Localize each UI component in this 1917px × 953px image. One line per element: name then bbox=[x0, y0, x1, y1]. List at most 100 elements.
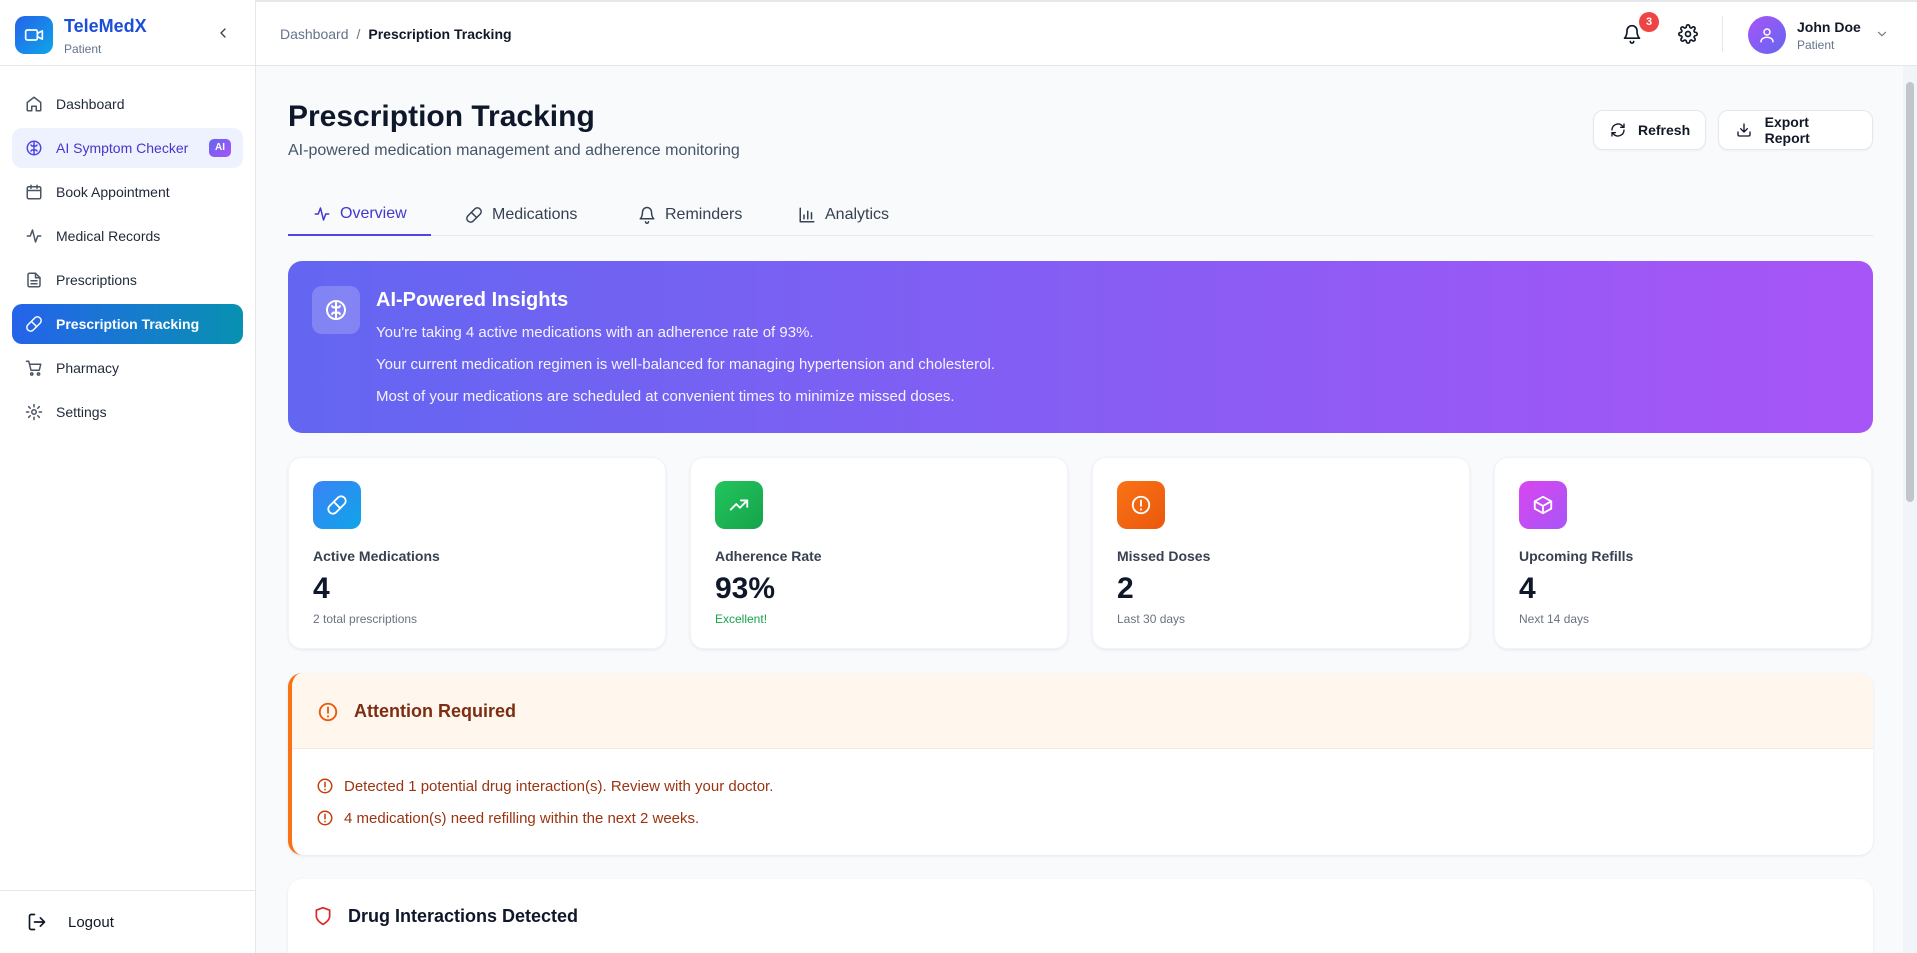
header-divider bbox=[1722, 16, 1723, 52]
calendar-icon bbox=[24, 182, 44, 202]
stat-value: 93% bbox=[715, 572, 776, 605]
sidebar-item-label: Pharmacy bbox=[56, 360, 120, 376]
logout-section: Logout bbox=[0, 890, 256, 953]
attention-header: Attention Required bbox=[292, 673, 1873, 749]
refresh-button[interactable]: Refresh bbox=[1593, 110, 1706, 150]
brand: TeleMedX Patient bbox=[0, 0, 256, 66]
page-title: Prescription Tracking bbox=[288, 100, 595, 133]
collapse-sidebar-button[interactable] bbox=[212, 22, 234, 44]
refresh-icon bbox=[1610, 121, 1626, 139]
user-icon bbox=[1760, 28, 1774, 43]
stat-note: Last 30 days bbox=[1117, 612, 1186, 626]
pill-icon bbox=[313, 481, 361, 529]
refresh-label: Refresh bbox=[1638, 122, 1691, 138]
drug-interactions-title: Drug Interactions Detected bbox=[348, 906, 579, 926]
trending-up-icon bbox=[715, 481, 763, 529]
chevron-down-icon bbox=[1877, 31, 1887, 37]
stat-value: 4 bbox=[313, 572, 330, 605]
video-camera-icon bbox=[15, 16, 53, 54]
insight-line: Most of your medications are scheduled a… bbox=[376, 388, 955, 405]
sidebar-item-pharmacy[interactable]: Pharmacy bbox=[12, 348, 243, 388]
sidebar-nav: Dashboard AI Symptom Checker AI Book App… bbox=[12, 84, 243, 436]
gear-icon bbox=[1678, 24, 1698, 44]
stat-label: Adherence Rate bbox=[715, 548, 822, 564]
brain-icon bbox=[24, 138, 44, 158]
bar-chart-icon bbox=[797, 205, 817, 225]
attention-item: Detected 1 potential drug interaction(s)… bbox=[316, 777, 773, 795]
alert-circle-icon bbox=[1117, 481, 1165, 529]
stat-label: Active Medications bbox=[313, 548, 440, 564]
stat-note: Next 14 days bbox=[1519, 612, 1590, 626]
tab-analytics[interactable]: Analytics bbox=[773, 193, 913, 236]
stat-card-missed-doses: Missed Doses 2 Last 30 days bbox=[1092, 457, 1470, 649]
alert-circle-icon bbox=[316, 809, 334, 827]
home-icon bbox=[24, 94, 44, 114]
logout-icon bbox=[26, 911, 48, 933]
tab-bar: Overview Medications Reminders Analytics bbox=[288, 193, 1873, 236]
package-icon bbox=[1519, 481, 1567, 529]
stat-label: Missed Doses bbox=[1117, 548, 1211, 564]
sidebar-item-label: AI Symptom Checker bbox=[56, 140, 189, 156]
attention-title: Attention Required bbox=[354, 701, 516, 721]
pill-icon bbox=[464, 205, 484, 225]
drug-interactions-card: Drug Interactions Detected bbox=[288, 879, 1873, 953]
brand-role: Patient bbox=[64, 42, 102, 56]
attention-item-text: 4 medication(s) need refilling within th… bbox=[344, 809, 700, 827]
settings-button[interactable] bbox=[1676, 22, 1700, 46]
breadcrumb: Dashboard / Prescription Tracking bbox=[280, 26, 512, 42]
tab-label: Reminders bbox=[665, 205, 743, 223]
sidebar-item-ai-symptom-checker[interactable]: AI Symptom Checker AI bbox=[12, 128, 243, 168]
pill-icon bbox=[24, 314, 44, 334]
activity-icon bbox=[24, 226, 44, 246]
user-role: Patient bbox=[1797, 38, 1835, 52]
tab-label: Overview bbox=[340, 204, 407, 222]
bell-icon bbox=[1623, 24, 1641, 44]
avatar[interactable] bbox=[1748, 16, 1786, 54]
tab-label: Medications bbox=[492, 205, 578, 223]
stat-value: 4 bbox=[1519, 572, 1536, 605]
alert-circle-icon bbox=[316, 700, 340, 724]
tab-overview[interactable]: Overview bbox=[288, 193, 431, 236]
brand-name: TeleMedX bbox=[64, 16, 147, 36]
sidebar-item-medical-records[interactable]: Medical Records bbox=[12, 216, 243, 256]
export-label: Export Report bbox=[1764, 114, 1810, 146]
export-report-button[interactable]: Export Report bbox=[1718, 110, 1873, 150]
attention-item: 4 medication(s) need refilling within th… bbox=[316, 809, 699, 827]
tab-reminders[interactable]: Reminders bbox=[613, 193, 766, 236]
sidebar-item-dashboard[interactable]: Dashboard bbox=[12, 84, 243, 124]
logout-button[interactable]: Logout bbox=[26, 911, 114, 933]
insight-line: Your current medication regimen is well-… bbox=[376, 356, 995, 373]
chevron-left-icon bbox=[220, 28, 226, 38]
sidebar-item-label: Book Appointment bbox=[56, 184, 170, 200]
sidebar-item-label: Dashboard bbox=[56, 96, 125, 112]
file-text-icon bbox=[24, 270, 44, 290]
logout-label: Logout bbox=[68, 913, 114, 931]
sidebar-item-prescriptions[interactable]: Prescriptions bbox=[12, 260, 243, 300]
sidebar-item-label: Settings bbox=[56, 404, 107, 420]
tab-label: Analytics bbox=[825, 205, 890, 223]
page-subtitle: AI-powered medication management and adh… bbox=[288, 142, 740, 159]
gear-icon bbox=[24, 402, 44, 422]
stat-value: 2 bbox=[1117, 572, 1134, 605]
sidebar-item-label: Prescription Tracking bbox=[56, 316, 200, 332]
breadcrumb-root[interactable]: Dashboard bbox=[280, 26, 349, 42]
sidebar-item-settings[interactable]: Settings bbox=[12, 392, 243, 432]
breadcrumb-separator: / bbox=[356, 26, 361, 42]
alert-circle-icon bbox=[316, 777, 334, 795]
stat-note: Excellent! bbox=[715, 612, 768, 626]
scrollbar-thumb[interactable] bbox=[1906, 82, 1914, 502]
download-icon bbox=[1735, 121, 1753, 139]
breadcrumb-current: Prescription Tracking bbox=[368, 26, 512, 42]
sidebar-item-label: Prescriptions bbox=[56, 272, 137, 288]
sidebar-item-prescription-tracking[interactable]: Prescription Tracking bbox=[12, 304, 243, 344]
user-menu-toggle[interactable] bbox=[1874, 26, 1890, 42]
sidebar-item-book-appointment[interactable]: Book Appointment bbox=[12, 172, 243, 212]
insight-line: You're taking 4 active medications with … bbox=[376, 324, 814, 341]
stat-note: 2 total prescriptions bbox=[313, 612, 418, 626]
notification-count-badge: 3 bbox=[1639, 12, 1659, 32]
user-name[interactable]: John Doe bbox=[1797, 19, 1861, 35]
brain-icon bbox=[312, 286, 360, 334]
insights-title: AI-Powered Insights bbox=[376, 289, 569, 311]
tab-medications[interactable]: Medications bbox=[440, 193, 601, 236]
sidebar-item-label: Medical Records bbox=[56, 228, 161, 244]
